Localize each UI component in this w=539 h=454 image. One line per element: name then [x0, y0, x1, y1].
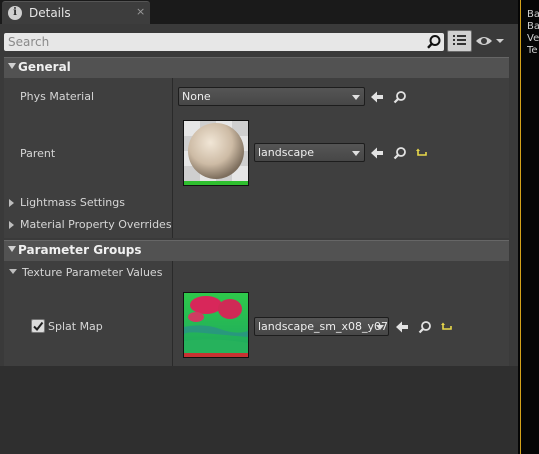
parent-thumbnail[interactable] — [183, 120, 249, 186]
tab-details[interactable]: i Details × — [2, 1, 150, 24]
search-input[interactable]: Search — [4, 33, 444, 51]
chevron-down-icon — [352, 151, 360, 156]
browse-magnifier-icon[interactable] — [418, 320, 432, 334]
use-selected-arrow-icon[interactable] — [370, 146, 384, 160]
info-icon: i — [8, 6, 22, 20]
reset-to-default-icon[interactable] — [440, 320, 454, 334]
browse-magnifier-icon[interactable] — [393, 146, 407, 160]
section-header-general[interactable]: General — [4, 57, 509, 78]
collapse-arrow-icon[interactable] — [9, 269, 17, 274]
section-general: General Phys Material None Parent landsc… — [4, 57, 509, 238]
section-title-general: General — [18, 60, 71, 74]
expand-arrow-icon[interactable] — [9, 221, 14, 229]
checkmark-icon — [33, 321, 44, 332]
use-selected-arrow-icon[interactable] — [370, 90, 384, 104]
texture-parameter-values-label[interactable]: Texture Parameter Values — [22, 266, 162, 279]
general-body: Phys Material None Parent landscape Ligh… — [4, 78, 509, 238]
parent-combo[interactable]: landscape — [254, 143, 365, 162]
list-view-button[interactable] — [447, 30, 472, 52]
parent-label: Parent — [20, 147, 56, 160]
chevron-down-icon — [352, 95, 360, 100]
adjacent-text-3: Ve — [527, 33, 539, 44]
phys-material-combo[interactable]: None — [178, 87, 365, 106]
close-icon[interactable]: × — [136, 5, 145, 18]
selection-accent-line — [520, 0, 521, 454]
tab-strip: i Details × — [0, 0, 518, 24]
browse-magnifier-icon[interactable] — [393, 90, 407, 104]
details-panel: Search General Phys Material None Parent… — [0, 24, 518, 454]
collapse-arrow-icon[interactable] — [8, 246, 16, 252]
splat-map-thumbnail[interactable] — [183, 292, 249, 358]
eye-icon — [476, 37, 504, 45]
search-placeholder: Search — [8, 35, 50, 49]
phys-material-value: None — [182, 90, 211, 103]
lightmass-settings-label[interactable]: Lightmass Settings — [20, 196, 125, 209]
adjacent-text-4: Te — [527, 45, 538, 56]
adjacent-text-1: Ba — [527, 9, 539, 20]
material-sphere-preview — [184, 121, 248, 181]
adjacent-panel: Ba Ba Ve Te — [518, 0, 539, 454]
chevron-down-icon — [376, 325, 384, 330]
phys-material-label: Phys Material — [20, 90, 95, 103]
list-view-icon — [453, 35, 466, 45]
search-icon[interactable] — [426, 34, 442, 50]
collapse-arrow-icon[interactable] — [8, 63, 16, 69]
thumbnail-type-bar — [184, 353, 248, 357]
section-parameter-groups: Parameter Groups Texture Parameter Value… — [4, 240, 509, 366]
material-property-overrides-label[interactable]: Material Property Overrides — [20, 218, 172, 231]
panel-empty-area — [0, 366, 518, 454]
splat-map-label: Splat Map — [48, 320, 103, 333]
splat-map-value: landscape_sm_x08_y07 — [258, 320, 388, 333]
column-divider[interactable] — [172, 78, 173, 238]
parameter-groups-body: Texture Parameter Values Splat Map lands… — [4, 261, 509, 366]
splat-map-checkbox[interactable] — [31, 319, 45, 333]
parent-value: landscape — [258, 146, 315, 159]
visibility-options-button[interactable] — [475, 32, 509, 50]
thumbnail-type-bar — [184, 181, 248, 185]
section-header-parameter-groups[interactable]: Parameter Groups — [4, 240, 509, 261]
use-selected-arrow-icon[interactable] — [395, 320, 409, 334]
splat-map-combo[interactable]: landscape_sm_x08_y07 — [254, 317, 389, 336]
tab-title: Details — [29, 6, 71, 20]
adjacent-text-2: Ba — [527, 21, 539, 32]
reset-to-default-icon[interactable] — [415, 146, 429, 160]
expand-arrow-icon[interactable] — [9, 199, 14, 207]
column-divider[interactable] — [172, 261, 173, 366]
section-title-parameter-groups: Parameter Groups — [18, 243, 142, 257]
splat-texture-preview — [184, 293, 248, 353]
